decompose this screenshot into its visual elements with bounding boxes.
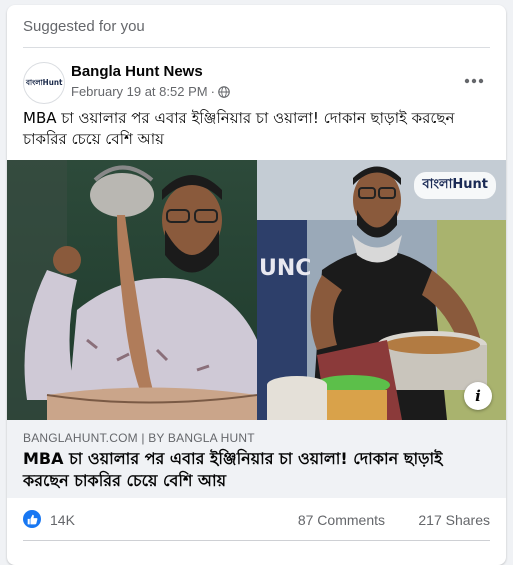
shares-count[interactable]: 217 Shares — [418, 512, 490, 528]
link-title: MBA চা ওয়ালার পর এবার ইঞ্জিনিয়ার চা ওয… — [23, 449, 443, 490]
avatar-logo: বাংলাHunt — [25, 77, 63, 87]
svg-text:UNC: UNC — [259, 256, 311, 281]
header-divider — [23, 47, 490, 48]
like-reaction-icon[interactable] — [23, 510, 41, 528]
engagement-stats: 14K 87 Comments 217 Shares — [23, 508, 490, 532]
link-preview[interactable]: BANGLAHUNT.COM | BY BANGLA HUNT MBA চা ও… — [7, 420, 506, 498]
thumbs-up-icon — [27, 514, 37, 524]
globe-icon — [218, 85, 230, 98]
suggested-label: Suggested for you — [23, 18, 145, 35]
info-button[interactable]: i — [464, 382, 492, 410]
post-image[interactable]: UNC বাংলাHunt i — [7, 160, 506, 420]
post-caption: MBA চা ওয়ালার পর এবার ইঞ্জিনিয়ার চা ওয… — [23, 109, 455, 148]
page-name-link[interactable]: Bangla Hunt News — [71, 63, 203, 80]
info-icon: i — [475, 387, 481, 405]
reaction-count[interactable]: 14K — [50, 512, 75, 528]
meta-separator: · — [210, 84, 215, 99]
feed-post-card: Suggested for you বাংলাHunt Bangla Hunt … — [7, 5, 506, 565]
link-domain: BANGLAHUNT.COM | BY BANGLA HUNT — [23, 431, 255, 445]
brand-watermark: বাংলাHunt — [414, 172, 496, 199]
actions-divider — [23, 540, 490, 541]
comments-count[interactable]: 87 Comments — [298, 512, 385, 528]
more-options-button[interactable] — [458, 65, 490, 97]
post-timestamp[interactable]: February 19 at 8:52 PM — [71, 84, 208, 99]
photo-engineer-tea-seller: UNC বাংলাHunt — [257, 160, 506, 420]
photo-mba-tea-seller — [7, 160, 258, 420]
more-horizontal-icon — [464, 78, 484, 84]
page-avatar[interactable]: বাংলাHunt — [23, 62, 65, 104]
post-meta: February 19 at 8:52 PM · — [71, 84, 230, 99]
